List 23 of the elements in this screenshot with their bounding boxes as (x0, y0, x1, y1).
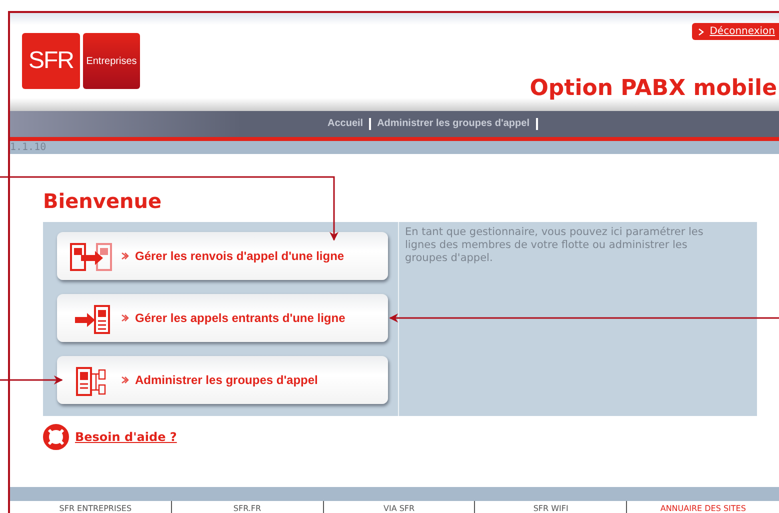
logout-link[interactable]: Déconnexion (692, 23, 779, 40)
phone-forward-icon (69, 240, 115, 272)
app-title: Option PABX mobile (530, 76, 778, 101)
chevron-icon (121, 252, 129, 260)
chevron-icon (121, 314, 129, 322)
footer-link[interactable]: SFR WIFI (475, 501, 628, 513)
action-button[interactable]: Gérer les appels entrants d'une ligne (57, 294, 388, 342)
logo-subtitle: Entreprises (83, 33, 140, 89)
help-link[interactable]: Besoin d'aide ? (75, 430, 177, 444)
chevron-icon (698, 28, 704, 36)
footer-link[interactable]: VIA SFR (324, 501, 476, 513)
action-button[interactable]: Gérer les renvois d'appel d'une ligne (57, 232, 388, 280)
lifebuoy-icon (43, 424, 69, 450)
footer-link[interactable]: ANNUAIRE DES SITES (627, 501, 779, 513)
footer-link[interactable]: SFR ENTREPRISES (20, 501, 172, 513)
description-text: En tant que gestionnaire, vous pouvez ici paramétrer les lignes des membres de votre flotte ou administrer les groupes d'appel. (405, 226, 704, 265)
action-button[interactable]: Administrer les groupes d'appel (57, 356, 388, 404)
logo-brand: SFR (22, 33, 80, 89)
page-heading: Bienvenue (43, 189, 163, 213)
chevron-icon (121, 376, 129, 384)
footer-link[interactable]: SFR.FR (172, 501, 324, 513)
nav-link[interactable]: Administrer les groupes d'appel (371, 118, 538, 130)
nav-link[interactable]: Accueil (322, 118, 372, 130)
